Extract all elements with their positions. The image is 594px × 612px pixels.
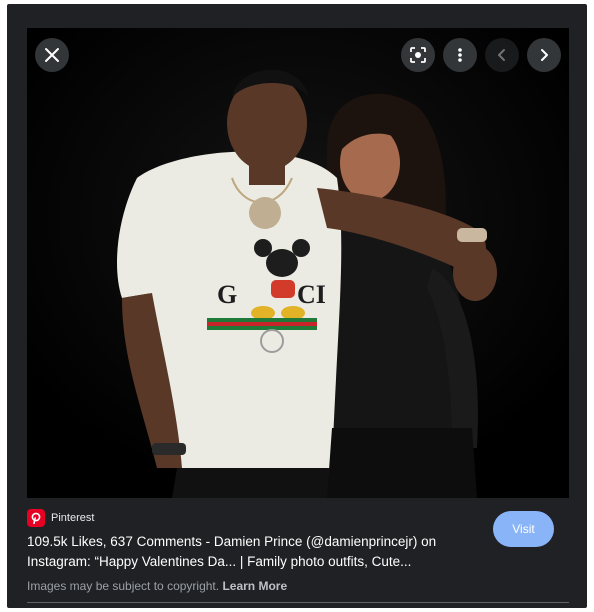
source-name: Pinterest: [51, 512, 95, 524]
result-title[interactable]: 109.5k Likes, 637 Comments - Damien Prin…: [27, 532, 467, 572]
next-image-button[interactable]: [527, 38, 561, 72]
previous-image-button[interactable]: [485, 38, 519, 72]
google-lens-icon: [410, 47, 426, 63]
google-lens-button[interactable]: [401, 38, 435, 72]
more-vert-icon: [458, 48, 462, 62]
pinterest-icon: [27, 509, 45, 527]
more-options-button[interactable]: [443, 38, 477, 72]
chevron-right-icon: [541, 49, 548, 61]
close-button[interactable]: [35, 38, 69, 72]
copyright-text: Images may be subject to copyright.: [27, 579, 220, 593]
chevron-left-icon: [498, 49, 505, 61]
image-viewer-panel: G CI Pinterest 109.5k Likes, 637 Comment…: [7, 4, 587, 608]
svg-text:G: G: [217, 280, 237, 309]
photo-illustration: G CI: [27, 28, 569, 498]
preview-image[interactable]: G CI: [27, 28, 569, 498]
close-icon: [45, 48, 59, 62]
svg-text:CI: CI: [297, 280, 326, 309]
divider: [27, 602, 569, 603]
learn-more-link[interactable]: Learn More: [222, 579, 287, 593]
copyright-notice: Images may be subject to copyright. Lear…: [27, 579, 287, 593]
visit-button[interactable]: Visit: [493, 511, 554, 547]
source-row[interactable]: Pinterest: [27, 509, 94, 527]
